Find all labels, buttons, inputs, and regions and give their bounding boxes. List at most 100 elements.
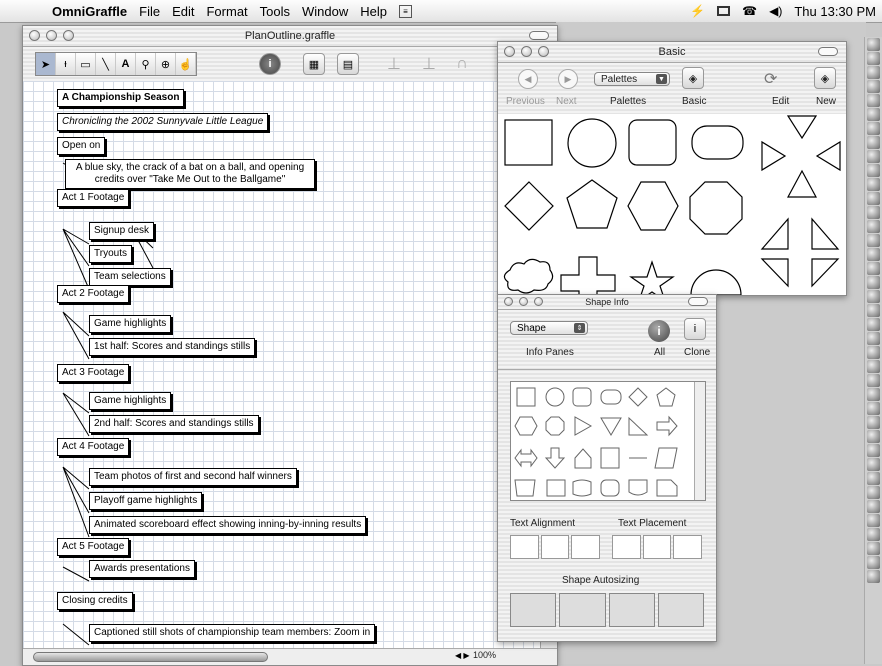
outline-node[interactable]: Tryouts [89,245,132,263]
all-button[interactable]: All [654,347,665,358]
outline-node[interactable]: Chronicling the 2002 Sunnyvale Little Le… [57,113,269,131]
align-right-button[interactable] [571,535,601,559]
info-panes-popup[interactable]: Shape ⇕ [510,321,588,335]
hand-icon[interactable]: ☝ [176,53,196,75]
new-button[interactable]: New [816,96,836,107]
dock-trash-icon[interactable] [867,570,880,583]
dock-app-icon[interactable] [867,486,880,499]
dock-app-icon[interactable] [867,332,880,345]
outline-node[interactable]: Animated scoreboard effect showing innin… [89,516,367,534]
dock-utility-icon[interactable] [867,262,880,275]
menu-format[interactable]: Format [206,4,247,19]
previous-arrow-icon[interactable]: ◀ [518,69,538,89]
dock-app-icon[interactable] [867,458,880,471]
new-palette-icon[interactable]: ◈ [814,67,836,89]
outline-node[interactable]: Act 1 Footage [57,189,130,207]
zoom-button[interactable] [63,30,74,41]
stamp-icon[interactable]: ⚲ [136,53,156,75]
autosize-both-button[interactable] [657,593,704,627]
palette-minimize-button[interactable] [521,46,532,57]
align-center-button[interactable] [540,535,570,559]
dock-app-icon[interactable] [867,318,880,331]
place-top-button[interactable] [612,535,641,559]
dock-app-icon[interactable] [867,430,880,443]
menu-help[interactable]: Help [360,4,387,19]
dock-browser-icon[interactable] [867,66,880,79]
outline-node[interactable]: Awards presentations [89,560,195,578]
outline-node[interactable]: Team photos of first and second half win… [89,468,297,486]
dock-terminal-icon[interactable] [867,178,880,191]
dock-app-icon[interactable] [867,290,880,303]
dock-app-icon[interactable] [867,556,880,569]
dock-ichat-icon[interactable] [867,122,880,135]
shape-info-minimize-button[interactable] [519,297,528,306]
outline-layout-icon[interactable]: ▦ [303,53,325,75]
volume-icon[interactable]: ◀) [769,4,782,18]
align-icon[interactable]: ⊥ [383,53,405,75]
place-middle-button[interactable] [642,535,672,559]
outline-node[interactable]: Game highlights [89,315,172,333]
menu-edit[interactable]: Edit [172,4,194,19]
text-cursor-icon[interactable]: ᵻ [56,53,76,75]
shape-info-toolbar-toggle[interactable] [688,297,708,306]
clone-icon[interactable]: i [684,318,706,340]
next-button[interactable]: Next [556,96,577,107]
document-titlebar[interactable]: PlanOutline.graffle [23,26,557,47]
palette-titlebar[interactable]: Basic [498,42,846,63]
palette-toolbar-toggle[interactable] [818,47,838,56]
menu-app[interactable]: OmniGraffle [52,4,127,19]
outline-node[interactable]: Act 3 Footage [57,364,130,382]
palettes-popup[interactable]: Palettes ▼ [594,72,670,86]
previous-button[interactable]: Previous [506,96,545,107]
place-bottom-button[interactable] [673,535,703,559]
dock-app-icon[interactable] [867,514,880,527]
scroll-arrows-icon[interactable]: ◀ ▶ [455,651,470,660]
dock-imovie-icon[interactable] [867,108,880,121]
outline-node[interactable]: Game highlights [89,392,172,410]
outline-node[interactable]: Act 4 Footage [57,438,130,456]
dock-app-icon[interactable] [867,472,880,485]
dock-app-icon[interactable] [867,276,880,289]
dock-calendar-icon[interactable] [867,136,880,149]
autosize-fixed-button[interactable] [510,593,557,627]
edit-button[interactable]: Edit [772,96,789,107]
menu-window[interactable]: Window [302,4,348,19]
shape-picker-grid[interactable] [510,381,706,501]
shape-info-titlebar[interactable]: Shape Info [498,295,716,310]
toolbar-toggle-button[interactable] [529,31,549,40]
bluetooth-icon[interactable]: ⚡ [690,4,705,18]
clone-button[interactable]: Clone [684,347,710,358]
dock-app-icon[interactable] [867,346,880,359]
outline-node[interactable]: 2nd half: Scores and standings stills [89,415,259,433]
outline-node[interactable]: Playoff game highlights [89,492,203,510]
modem-icon[interactable]: ☎ [742,4,757,18]
edit-palette-icon[interactable]: ⟳ [764,69,777,89]
align-left-button[interactable] [510,535,539,559]
info-icon[interactable]: i [259,53,281,75]
display-icon[interactable] [717,6,731,16]
shape-info-zoom-button[interactable] [534,297,543,306]
info-icon[interactable]: i [648,320,670,342]
palette-zoom-button[interactable] [538,46,549,57]
outline-node[interactable]: Team selections [89,268,171,286]
autosize-width-button[interactable] [559,593,606,627]
outline-node[interactable]: A Championship Season [57,89,185,107]
autosize-height-button[interactable] [608,593,655,627]
close-button[interactable] [29,30,40,41]
select-icon[interactable]: ➤ [36,53,56,75]
outline-node[interactable]: Open on [57,137,106,155]
line-icon[interactable]: ╲ [96,53,116,75]
canvas[interactable]: A Championship Season Chronicling the 20… [23,81,541,649]
menu-tools[interactable]: Tools [260,4,290,19]
dock-app-icon[interactable] [867,304,880,317]
dock-app-icon[interactable] [867,416,880,429]
next-arrow-icon[interactable]: ▶ [558,69,578,89]
text-icon[interactable]: A [116,53,136,75]
dock-clock-icon[interactable] [867,192,880,205]
dock-textedit-icon[interactable] [867,220,880,233]
outline-node[interactable]: A blue sky, the crack of a bat on a ball… [65,159,315,189]
dock-omnigraffle-icon[interactable] [867,206,880,219]
basic-palette-icon[interactable]: ◈ [682,67,704,89]
menu-file[interactable]: File [139,4,160,19]
dock-app-icon[interactable] [867,444,880,457]
